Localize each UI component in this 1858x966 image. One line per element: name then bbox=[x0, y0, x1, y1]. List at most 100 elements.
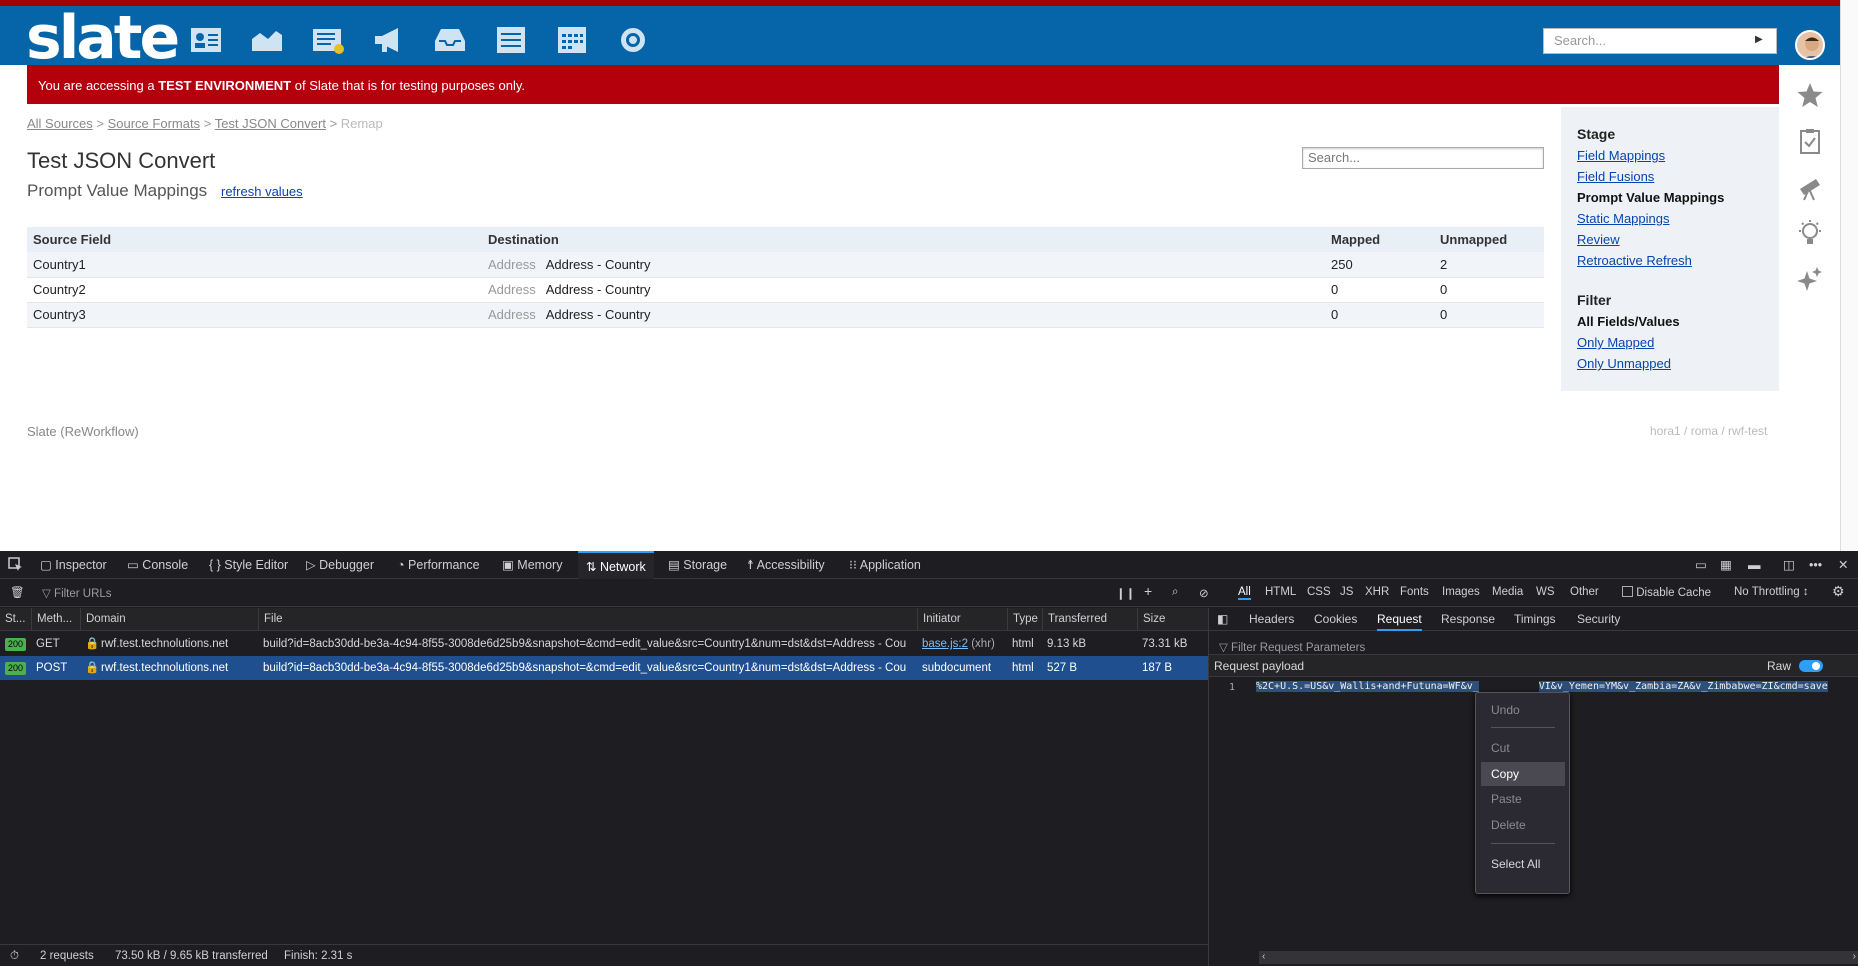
sidebar-toggle-icon[interactable]: ◧ bbox=[1217, 608, 1228, 631]
page-scrollbar[interactable] bbox=[1840, 0, 1858, 551]
breadcrumb-all-sources[interactable]: All Sources bbox=[27, 116, 93, 131]
filter-fonts[interactable]: Fonts bbox=[1400, 586, 1429, 598]
tab-inspector[interactable]: ▢ Inspector bbox=[40, 551, 107, 579]
list-icon[interactable] bbox=[494, 25, 528, 55]
request-row-selected[interactable]: 200 POST 🔒 rwf.test.technolutions.net bu… bbox=[0, 656, 1208, 680]
tab-application[interactable]: ⁝⁝ Application bbox=[849, 551, 921, 579]
breadcrumb-test-json-convert[interactable]: Test JSON Convert bbox=[215, 116, 326, 131]
filter-other[interactable]: Other bbox=[1570, 586, 1599, 598]
trash-icon[interactable]: 🗑 bbox=[10, 585, 25, 599]
gear-icon[interactable]: ⚙ bbox=[1832, 583, 1845, 600]
scroll-left-icon[interactable]: ‹ bbox=[1262, 951, 1265, 962]
tab-timings[interactable]: Timings bbox=[1514, 608, 1556, 631]
menu-select-all[interactable]: Select All bbox=[1481, 852, 1565, 876]
filter-images[interactable]: Images bbox=[1442, 586, 1480, 598]
pause-icon[interactable]: ❙❙ bbox=[1116, 586, 1135, 600]
inbox-icon[interactable] bbox=[433, 25, 467, 55]
col-status[interactable]: St... bbox=[0, 608, 25, 631]
disable-cache-checkbox[interactable]: Disable Cache bbox=[1622, 586, 1711, 599]
toggle-split-icon[interactable]: ▬ bbox=[1748, 551, 1761, 579]
tab-performance[interactable]: ◔ Performance bbox=[397, 551, 480, 579]
table-row[interactable]: Country1 Address Address - Country 250 2 bbox=[27, 252, 1544, 278]
news-icon[interactable] bbox=[311, 25, 345, 55]
menu-paste[interactable]: Paste bbox=[1481, 787, 1565, 811]
avatar[interactable] bbox=[1795, 30, 1825, 60]
header-search-input[interactable]: Search... bbox=[1543, 28, 1777, 54]
tab-console[interactable]: ▭ Console bbox=[127, 551, 188, 579]
scroll-right-icon[interactable]: › bbox=[1853, 951, 1856, 962]
star-icon[interactable] bbox=[1796, 81, 1824, 109]
tab-network[interactable]: ⇅ Network bbox=[578, 551, 654, 579]
search-icon[interactable]: ⌕ bbox=[1172, 586, 1178, 599]
stage-retroactive-refresh[interactable]: Retroactive Refresh bbox=[1577, 253, 1692, 268]
menu-cut[interactable]: Cut bbox=[1481, 736, 1565, 760]
clipboard-check-icon[interactable] bbox=[1796, 127, 1824, 155]
slate-logo[interactable]: slate bbox=[26, 8, 180, 68]
menu-undo[interactable]: Undo bbox=[1481, 698, 1565, 722]
tab-cookies[interactable]: Cookies bbox=[1314, 608, 1357, 631]
tab-memory[interactable]: ▣ Memory bbox=[502, 551, 562, 579]
col-method[interactable]: Meth... bbox=[31, 608, 72, 631]
sparkles-icon[interactable] bbox=[1796, 265, 1824, 293]
contacts-icon[interactable] bbox=[189, 25, 223, 55]
col-type[interactable]: Type bbox=[1007, 608, 1038, 631]
filter-media[interactable]: Media bbox=[1492, 586, 1523, 598]
tab-security[interactable]: Security bbox=[1577, 608, 1620, 631]
col-domain[interactable]: Domain bbox=[80, 608, 126, 631]
add-icon[interactable]: + bbox=[1144, 583, 1152, 599]
raw-toggle[interactable] bbox=[1799, 660, 1823, 672]
filter-js[interactable]: JS bbox=[1340, 586, 1353, 598]
stage-static-mappings[interactable]: Static Mappings bbox=[1577, 211, 1670, 226]
picker-icon[interactable] bbox=[8, 551, 32, 579]
responsive-icon[interactable]: ▭ bbox=[1695, 551, 1707, 579]
stage-field-fusions[interactable]: Field Fusions bbox=[1577, 169, 1654, 184]
filter-only-unmapped[interactable]: Only Unmapped bbox=[1577, 356, 1671, 371]
block-icon[interactable]: ⊘ bbox=[1199, 586, 1209, 600]
more-options-icon[interactable]: ••• bbox=[1809, 551, 1822, 579]
table-row[interactable]: Country2 Address Address - Country 0 0 bbox=[27, 277, 1544, 303]
tab-accessibility[interactable]: ☨ Accessibility bbox=[747, 551, 825, 579]
telescope-icon[interactable] bbox=[1796, 173, 1824, 201]
stopwatch-icon[interactable]: ⏱ bbox=[10, 945, 19, 966]
inspector-icon: ▢ bbox=[40, 558, 56, 572]
tab-headers[interactable]: Headers bbox=[1249, 608, 1294, 631]
megaphone-icon[interactable] bbox=[372, 25, 406, 55]
filter-ws[interactable]: WS bbox=[1536, 586, 1555, 598]
chart-icon[interactable] bbox=[250, 25, 284, 55]
col-initiator[interactable]: Initiator bbox=[917, 608, 961, 631]
filter-all[interactable]: All bbox=[1238, 586, 1251, 600]
horizontal-scrollbar[interactable]: ‹ › bbox=[1259, 951, 1858, 964]
calendar-icon[interactable] bbox=[555, 25, 589, 55]
filter-urls-input[interactable]: ▽ Filter URLs bbox=[42, 586, 112, 600]
table-row[interactable]: Country3 Address Address - Country 0 0 bbox=[27, 302, 1544, 328]
refresh-values-link[interactable]: refresh values bbox=[221, 184, 303, 199]
filter-only-mapped[interactable]: Only Mapped bbox=[1577, 335, 1654, 350]
main-search-input[interactable]: Search... bbox=[1302, 147, 1544, 169]
filter-css[interactable]: CSS bbox=[1307, 586, 1331, 598]
close-devtools-icon[interactable]: ✕ bbox=[1838, 551, 1848, 579]
breadcrumb-source-formats[interactable]: Source Formats bbox=[108, 116, 200, 131]
search-go-icon[interactable]: ▶ bbox=[1755, 34, 1763, 45]
menu-delete[interactable]: Delete bbox=[1481, 813, 1565, 837]
tab-style-editor[interactable]: { } Style Editor bbox=[209, 551, 288, 579]
col-transferred[interactable]: Transferred bbox=[1042, 608, 1107, 631]
tab-debugger[interactable]: ▷ Debugger bbox=[306, 551, 374, 579]
col-size[interactable]: Size bbox=[1137, 608, 1165, 631]
tab-response[interactable]: Response bbox=[1441, 608, 1495, 631]
stage-field-mappings[interactable]: Field Mappings bbox=[1577, 148, 1665, 163]
storage-icon: ▤ bbox=[668, 558, 684, 572]
request-row[interactable]: 200 GET 🔒 rwf.test.technolutions.net bui… bbox=[0, 632, 1208, 656]
screenshot-icon[interactable]: ▦ bbox=[1720, 551, 1732, 579]
menu-copy[interactable]: Copy bbox=[1481, 762, 1565, 786]
stage-review[interactable]: Review bbox=[1577, 232, 1620, 247]
filter-params-input[interactable]: ▽ Filter Request Parameters bbox=[1219, 640, 1365, 654]
lightbulb-icon[interactable] bbox=[1796, 219, 1824, 247]
filter-xhr[interactable]: XHR bbox=[1365, 586, 1389, 598]
throttling-select[interactable]: No Throttling ↕ bbox=[1734, 586, 1809, 598]
tab-request[interactable]: Request bbox=[1377, 608, 1422, 631]
col-file[interactable]: File bbox=[258, 608, 283, 631]
settings-icon[interactable] bbox=[616, 25, 650, 55]
filter-html[interactable]: HTML bbox=[1265, 586, 1296, 598]
tab-storage[interactable]: ▤ Storage bbox=[668, 551, 727, 579]
dock-icon[interactable]: ◫ bbox=[1783, 551, 1795, 579]
